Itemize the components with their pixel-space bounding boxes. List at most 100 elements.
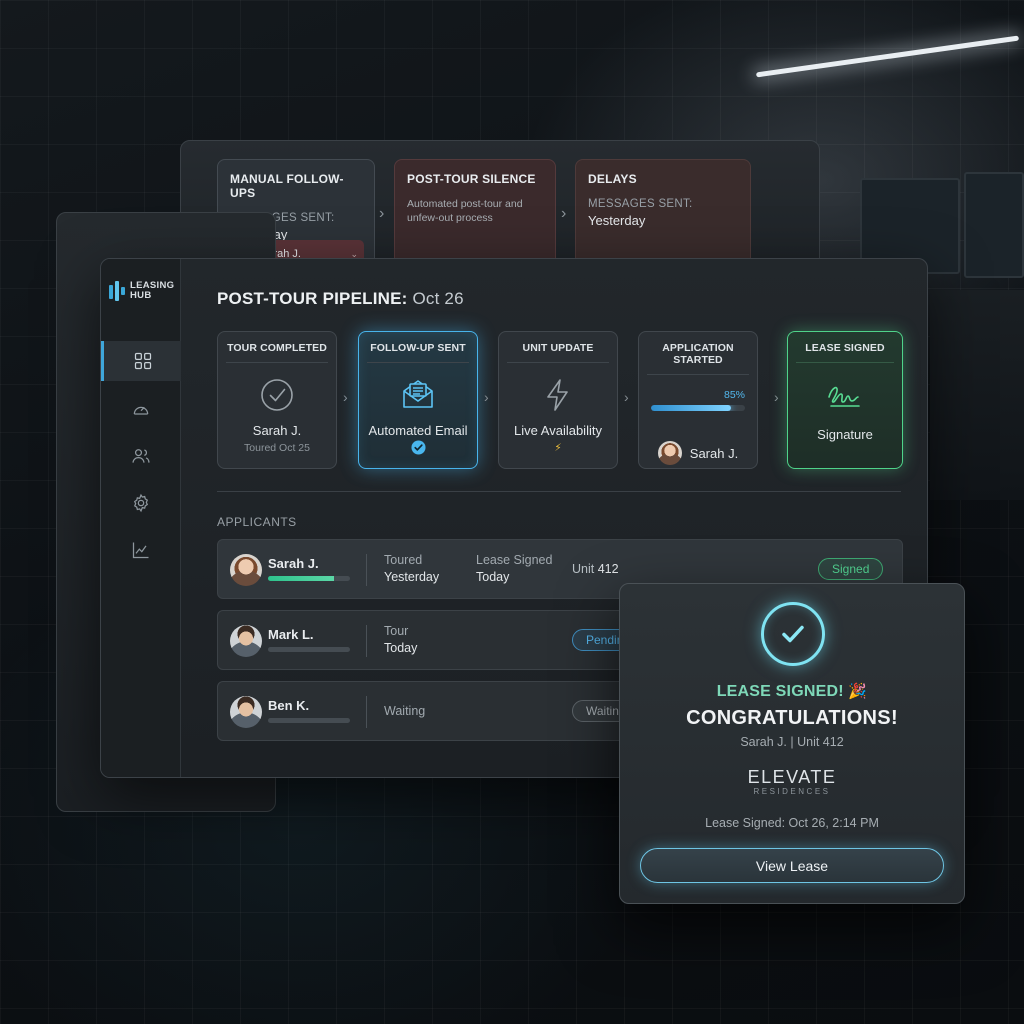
field-label: Lease Signed xyxy=(476,553,553,567)
mini-step-title: POST-TOUR SILENCE xyxy=(407,172,536,186)
field-label: Toured xyxy=(384,553,423,567)
modal-kicker-text: LEASE SIGNED! xyxy=(716,683,844,700)
step-lease-signed[interactable]: LEASE SIGNED Signature xyxy=(787,331,903,469)
divider xyxy=(647,374,749,375)
divider xyxy=(366,554,367,586)
divider xyxy=(796,362,894,363)
step-sub-text: Toured Oct 25 xyxy=(244,442,310,454)
modal-title: CONGRATULATIONS! xyxy=(686,707,898,729)
step-tour-completed[interactable]: TOUR COMPLETED Sarah J. Toured Oct 25 xyxy=(217,331,337,469)
divider xyxy=(366,625,367,657)
modal-kicker: LEASE SIGNED! 🎉 xyxy=(620,682,964,701)
mini-step-title: MANUAL FOLLOW-UPS xyxy=(230,172,344,200)
brand-logo: ELEVATE xyxy=(747,767,837,787)
mini-step-delays: DELAYS MESSAGES SENT: Yesterday xyxy=(575,159,751,269)
chevron-right-icon: › xyxy=(561,205,567,222)
step-main-text: Sarah J. xyxy=(252,423,302,438)
applicant-progress-bar xyxy=(268,647,350,652)
app-name: LEASING HUB xyxy=(130,280,175,301)
page-title-date: Oct 26 xyxy=(412,289,464,308)
field-value: Yesterday xyxy=(384,570,440,584)
avatar xyxy=(230,554,262,586)
background-monitor xyxy=(964,172,1024,278)
step-main-text: Automated Email xyxy=(368,423,468,438)
field-value: Today xyxy=(476,570,510,584)
lease-signed-timestamp: Lease Signed: Oct 26, 2:14 PM xyxy=(705,816,879,830)
divider xyxy=(507,362,609,363)
success-check-icon xyxy=(761,602,825,666)
users-icon xyxy=(132,449,150,463)
field-label: Tour xyxy=(384,624,409,638)
chevron-right-icon: › xyxy=(774,389,779,405)
lease-signed-modal: LEASE SIGNED! 🎉 CONGRATULATIONS! Sarah J… xyxy=(619,583,965,904)
dashboard-icon xyxy=(134,352,151,370)
avatar xyxy=(230,625,262,657)
progress-fill xyxy=(651,405,731,411)
analytics-icon xyxy=(132,542,149,559)
sidebar: LEASING HUB xyxy=(101,259,181,777)
avatar xyxy=(657,441,682,465)
gear-icon xyxy=(133,493,149,513)
divider xyxy=(366,696,367,728)
step-title: APPLICATION STARTED xyxy=(662,342,734,366)
check-badge-icon xyxy=(359,440,477,455)
speedometer-icon xyxy=(133,406,149,415)
page-title: POST-TOUR PIPELINE: Oct 26 xyxy=(217,289,464,309)
chevron-right-icon: › xyxy=(343,389,348,405)
sidebar-item-settings[interactable] xyxy=(101,483,181,523)
app-logo: LEASING HUB xyxy=(109,281,180,301)
mini-step-description: Automated post-tour and unfew-out proces… xyxy=(407,198,523,224)
applicant-name: Mark L. xyxy=(268,627,314,642)
modal-subtitle: Sarah J. | Unit 412 xyxy=(740,735,844,749)
unit-number: Unit 412 xyxy=(572,562,619,576)
lightning-icon xyxy=(499,375,617,415)
step-follow-up-sent[interactable]: FOLLOW-UP SENT Automated Email xyxy=(358,331,478,469)
view-lease-button[interactable]: View Lease xyxy=(640,848,944,883)
sidebar-item-users[interactable] xyxy=(101,436,181,476)
step-title: LEASE SIGNED xyxy=(805,342,885,354)
mini-step-label: MESSAGES SENT: xyxy=(588,198,693,210)
background-desk xyxy=(930,290,1024,500)
application-progress: 85% xyxy=(651,389,745,411)
applicant-name: Ben K. xyxy=(268,698,310,713)
applicant-name: Sarah J. xyxy=(268,556,319,571)
check-circle-icon xyxy=(218,375,336,415)
progress-percent: 85% xyxy=(723,389,745,401)
progress-track xyxy=(651,405,745,411)
step-title: TOUR COMPLETED xyxy=(227,342,327,354)
step-application-started[interactable]: APPLICATION STARTED 85% Sarah J. xyxy=(638,331,758,469)
applicants-label: APPLICANTS xyxy=(217,515,297,529)
signature-icon xyxy=(788,375,902,415)
mini-step-title: DELAYS xyxy=(588,172,637,186)
step-title: UNIT UPDATE xyxy=(522,342,594,354)
divider xyxy=(226,362,328,363)
step-unit-update[interactable]: UNIT UPDATE Live Availability ⚡ xyxy=(498,331,618,469)
chevron-right-icon: › xyxy=(624,389,629,405)
applicant-progress-bar xyxy=(268,576,350,581)
step-main-text: Live Availability xyxy=(514,423,602,438)
field-label: Waiting xyxy=(384,704,426,718)
lightning-emoji: ⚡ xyxy=(554,442,562,454)
brand-tagline: RESIDENCES xyxy=(753,787,831,796)
envelope-icon xyxy=(359,375,477,415)
unit-value: 412 xyxy=(597,562,619,576)
logo-icon xyxy=(109,281,125,301)
chevron-right-icon: › xyxy=(484,389,489,405)
status-badge[interactable]: Signed xyxy=(818,558,884,580)
applicant-chip: Sarah J. xyxy=(639,441,757,465)
mini-step-post-tour-silence: POST-TOUR SILENCE Automated post-tour an… xyxy=(394,159,556,269)
unit-label: Unit xyxy=(572,562,595,576)
applicant-progress-bar xyxy=(268,718,350,723)
sidebar-item-performance[interactable] xyxy=(101,389,181,429)
field-value: Today xyxy=(384,641,418,655)
page-title-text: POST-TOUR PIPELINE: xyxy=(217,289,408,308)
step-title: FOLLOW-UP SENT xyxy=(370,342,466,354)
chevron-right-icon: › xyxy=(379,205,385,222)
mini-step-value: Yesterday xyxy=(588,213,646,228)
avatar xyxy=(230,696,262,728)
sidebar-item-dashboard[interactable] xyxy=(101,341,181,381)
applicant-name: Sarah J. xyxy=(689,445,739,461)
divider xyxy=(367,362,469,363)
sidebar-item-analytics[interactable] xyxy=(101,530,181,570)
section-divider xyxy=(217,491,901,492)
